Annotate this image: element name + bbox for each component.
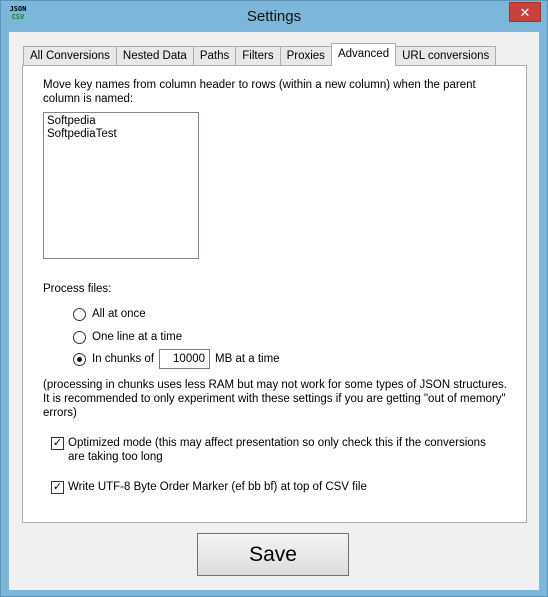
window-title: Settings — [246, 8, 302, 25]
advanced-panel: Move key names from column header to row… — [22, 65, 527, 523]
optimized-mode-label: Optimized mode (this may affect presenta… — [68, 437, 486, 463]
move-keys-label: Move key names from column header to row… — [43, 79, 476, 105]
utf8-bom-checkbox[interactable]: ✓ — [51, 481, 64, 494]
chunk-unit-label: MB at a time — [215, 353, 280, 365]
radio-all-at-once[interactable]: All at once — [73, 306, 146, 322]
radio-line-label: One line at a time — [92, 331, 183, 343]
radio-one-line[interactable]: One line at a time — [73, 329, 182, 345]
utf8-bom-checkbox-row[interactable]: ✓ Write UTF-8 Byte Order Marker (ef bb b… — [51, 480, 501, 494]
radio-circle-selected[interactable] — [73, 352, 86, 366]
title-bar[interactable]: JSON CSV Settings ✕ — [1, 1, 547, 32]
tab-advanced[interactable]: Advanced — [330, 43, 397, 66]
optimized-mode-checkbox[interactable]: ✓ — [51, 437, 64, 450]
tab-paths[interactable]: Paths — [192, 46, 237, 66]
tab-filters[interactable]: Filters — [235, 46, 281, 66]
tab-nested-data[interactable]: Nested Data — [115, 46, 194, 66]
save-button[interactable]: Save — [197, 533, 349, 576]
client-area: All Conversions Nested Data Paths Filter… — [9, 32, 539, 590]
radio-circle[interactable] — [73, 307, 86, 321]
utf8-bom-label: Write UTF-8 Byte Order Marker (ef bb bf)… — [68, 481, 367, 493]
radio-all-label: All at once — [92, 308, 146, 320]
list-item[interactable]: SoftpediaTest — [47, 128, 195, 141]
tab-strip: All Conversions Nested Data Paths Filter… — [23, 43, 497, 66]
close-button[interactable]: ✕ — [509, 2, 541, 22]
optimized-mode-checkbox-row[interactable]: ✓ Optimized mode (this may affect presen… — [51, 436, 501, 464]
process-files-label: Process files: — [43, 283, 112, 295]
tab-url-conversions[interactable]: URL conversions — [395, 46, 497, 66]
list-item[interactable]: Softpedia — [47, 115, 195, 128]
radio-in-chunks[interactable]: In chunks of MB at a time — [73, 349, 280, 369]
settings-window: JSON CSV Settings ✕ All Conversions Nest… — [0, 0, 548, 597]
chunk-note: (processing in chunks uses less RAM but … — [43, 379, 508, 419]
key-names-listbox[interactable]: Softpedia SoftpediaTest — [43, 112, 199, 259]
radio-circle[interactable] — [73, 330, 86, 344]
tab-all-conversions[interactable]: All Conversions — [23, 46, 117, 66]
radio-chunks-label: In chunks of — [92, 353, 155, 365]
chunk-size-input[interactable] — [159, 349, 211, 369]
tab-proxies[interactable]: Proxies — [279, 46, 332, 66]
